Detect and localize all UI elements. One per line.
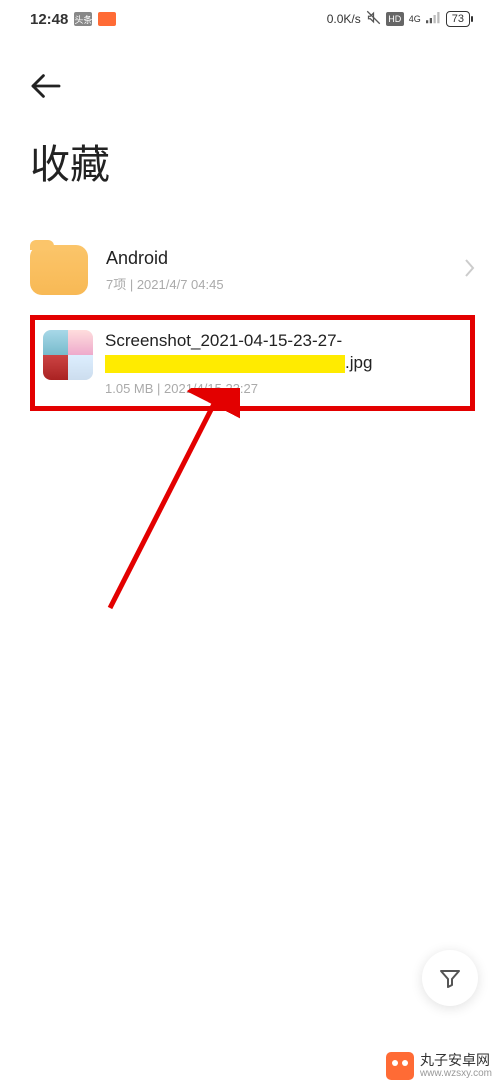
redacted-region [105, 355, 345, 373]
watermark-text: 丸子安卓网 www.wzsxy.com [420, 1053, 492, 1079]
file-meta: 1.05 MB | 2021/4/15 23:27 [105, 381, 462, 396]
folder-meta: 7项 | 2021/4/7 04:45 [106, 274, 447, 293]
watermark-logo-icon [386, 1052, 414, 1080]
network-speed: 0.0K/s [327, 12, 361, 26]
image-thumbnail-icon [43, 330, 93, 380]
signal-label: 4G [409, 14, 421, 24]
page-title: 收藏 [0, 104, 500, 190]
app-badge-icon: 头条 [74, 12, 92, 26]
hd-icon: HD [386, 12, 404, 26]
watermark: 丸子安卓网 www.wzsxy.com [378, 1048, 500, 1084]
file-name: Screenshot_2021-04-15-23-27- .jpg [105, 330, 462, 374]
file-row[interactable]: Screenshot_2021-04-15-23-27- .jpg 1.05 M… [30, 315, 475, 411]
annotation-arrow-icon [70, 388, 240, 618]
filter-button[interactable] [422, 950, 478, 1006]
chevron-right-icon [465, 259, 475, 282]
back-button[interactable] [0, 38, 500, 104]
status-right: 0.0K/s HD 4G 73 [327, 10, 470, 28]
folder-icon [30, 245, 88, 295]
file-text: Screenshot_2021-04-15-23-27- .jpg 1.05 M… [105, 330, 462, 396]
status-left: 12:48 头条 [30, 11, 116, 28]
status-time: 12:48 [30, 11, 68, 28]
status-bar: 12:48 头条 0.0K/s HD 4G 73 [0, 0, 500, 38]
signal-icon [426, 12, 441, 27]
battery-icon: 73 [446, 11, 470, 27]
mute-icon [366, 10, 381, 28]
app-badge-icon [98, 12, 116, 26]
favorites-list: Android 7项 | 2021/4/7 04:45 Screenshot_2… [0, 190, 500, 411]
folder-row[interactable]: Android 7项 | 2021/4/7 04:45 [30, 245, 475, 295]
folder-text: Android 7项 | 2021/4/7 04:45 [106, 248, 447, 293]
folder-name: Android [106, 248, 447, 269]
